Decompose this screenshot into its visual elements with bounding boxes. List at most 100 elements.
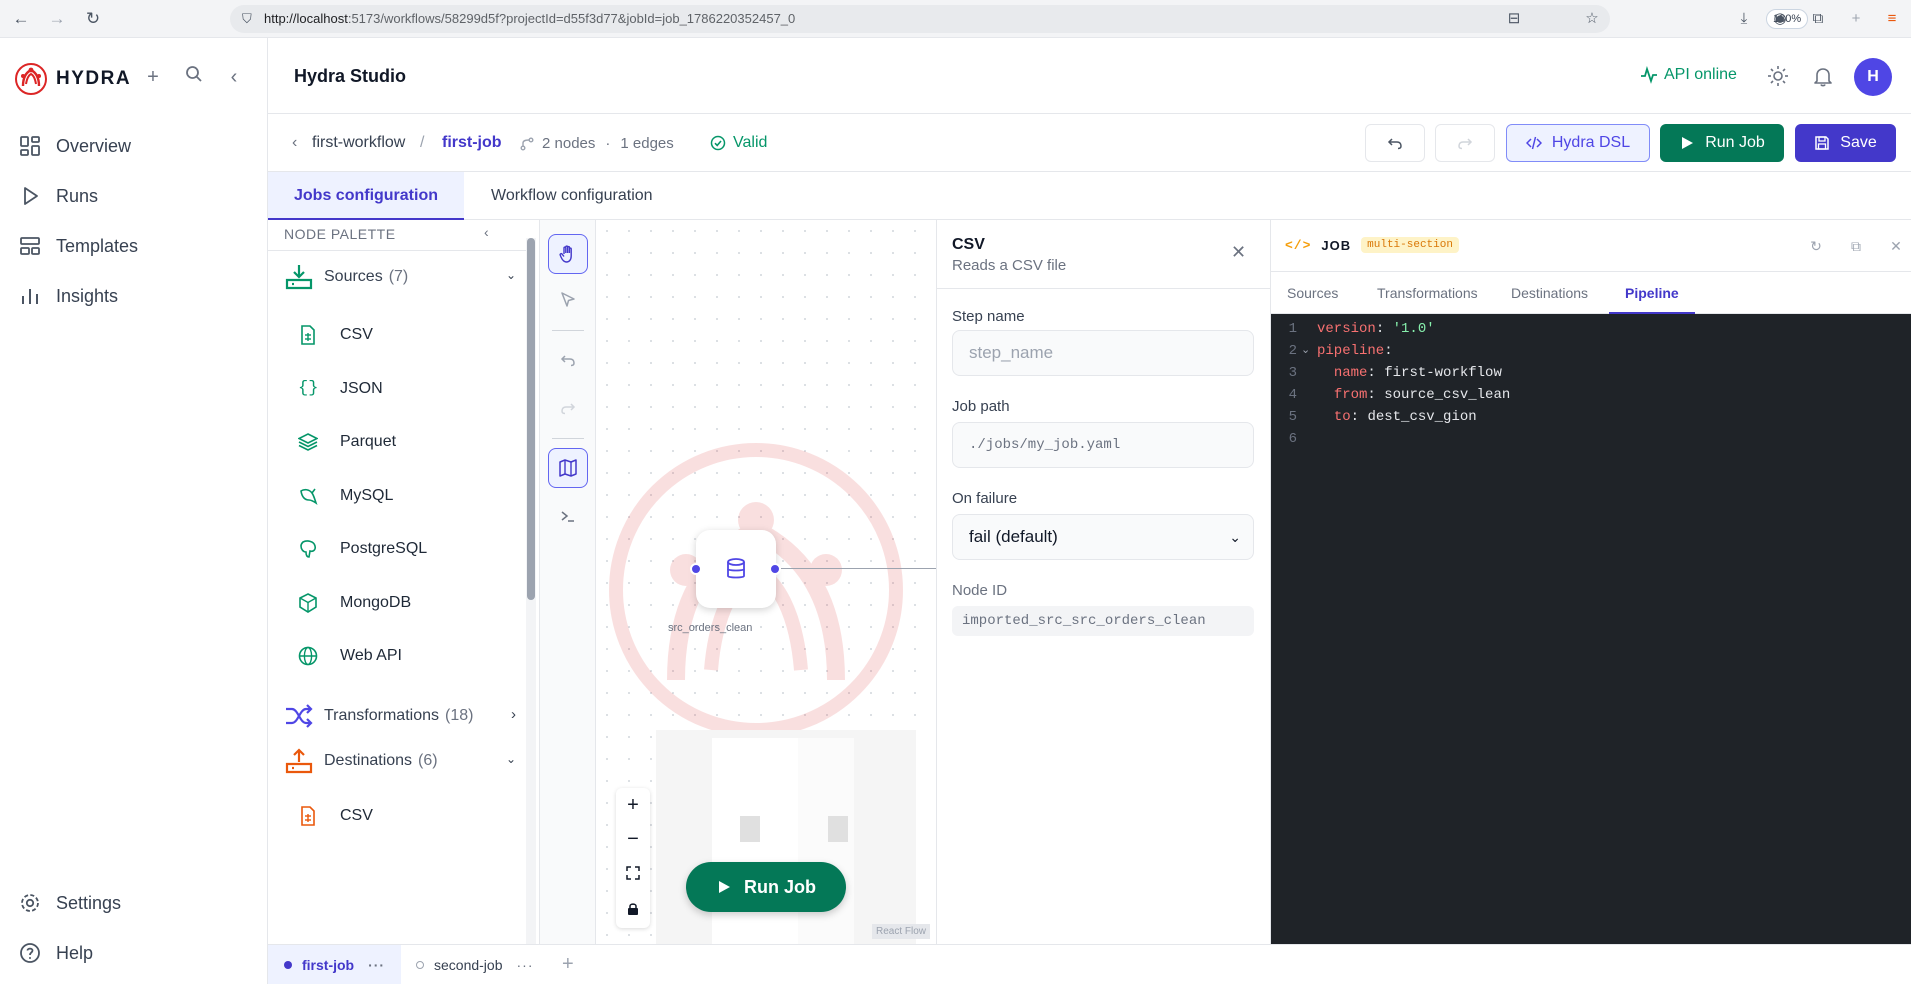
copy-icon[interactable]: ⧉ <box>1847 237 1865 255</box>
redo-button[interactable] <box>1435 124 1495 162</box>
dsl-code-panel: </> JOB multi-section ↻ ⧉ ✕ Sources Tran… <box>1270 220 1911 944</box>
category-count: (6) <box>418 752 438 769</box>
avatar[interactable]: H <box>1854 58 1892 96</box>
breadcrumb-job[interactable]: first-job <box>442 134 502 152</box>
profile-icon[interactable]: ◉ <box>1770 9 1790 29</box>
toolbar-divider <box>552 330 584 331</box>
tab-jobs-configuration[interactable]: Jobs configuration <box>268 172 464 220</box>
job-tab-second-job[interactable]: second-job ··· <box>416 945 534 984</box>
collapse-palette-icon[interactable]: ‹ <box>484 224 489 240</box>
sidebar-item-settings[interactable]: Settings <box>18 888 121 918</box>
flow-edge[interactable] <box>778 568 936 569</box>
brand-name: HYDRA <box>56 68 132 89</box>
active-job-dot <box>284 961 292 969</box>
category-transformations[interactable]: Transformations (18) › <box>284 701 516 731</box>
palette-item-label: CSV <box>340 807 373 824</box>
add-tab-icon[interactable]: + <box>1846 9 1866 29</box>
canvas-run-job-button[interactable]: Run Job <box>686 862 846 912</box>
palette-item-mongodb[interactable]: MongoDB <box>298 593 411 613</box>
download-icon[interactable]: ⤓ <box>1734 9 1754 29</box>
palette-item-label: PostgreSQL <box>340 540 428 557</box>
api-status-label: API online <box>1664 66 1737 83</box>
palette-item-postgresql[interactable]: PostgreSQL <box>298 539 427 559</box>
palette-item-mysql[interactable]: MySQL <box>298 486 393 506</box>
reload-icon[interactable]: ↻ <box>82 8 104 30</box>
refresh-icon[interactable]: ↻ <box>1807 237 1825 255</box>
palette-item-parquet[interactable]: Parquet <box>298 432 396 452</box>
step-name-label: Step name <box>952 308 1025 325</box>
lock-button[interactable] <box>616 892 650 926</box>
hand-tool-button[interactable] <box>548 234 588 274</box>
close-icon[interactable]: ✕ <box>1231 242 1246 263</box>
job-tab-first-job[interactable]: first-job ··· <box>268 945 402 984</box>
terminal-button[interactable] <box>548 496 588 536</box>
select-tool-button[interactable] <box>548 280 588 320</box>
tab-workflow-configuration[interactable]: Workflow configuration <box>465 172 679 220</box>
close-icon[interactable]: ✕ <box>1887 237 1905 255</box>
collapse-sidebar-icon[interactable]: ‹ <box>222 65 246 89</box>
branch-icon <box>520 137 534 150</box>
palette-scrollbar[interactable] <box>526 238 536 944</box>
flow-canvas[interactable]: src_orders_clean React Flow + − Run Job <box>596 220 936 944</box>
menu-icon[interactable]: ≡ <box>1882 9 1902 29</box>
palette-scrollbar-thumb[interactable] <box>527 238 535 600</box>
node-output-port[interactable] <box>769 563 781 575</box>
fold-chevron-icon[interactable]: ⌄ <box>1301 340 1310 362</box>
code-tab-sources[interactable]: Sources <box>1271 272 1354 314</box>
minimap-toggle-button[interactable] <box>548 448 588 488</box>
fit-view-button[interactable] <box>616 856 650 890</box>
palette-item-web-api[interactable]: Web API <box>298 646 402 666</box>
save-button[interactable]: Save <box>1795 124 1896 162</box>
job-tab-more-icon[interactable]: ··· <box>517 957 534 973</box>
zoom-in-button[interactable]: + <box>616 788 650 822</box>
back-chevron-icon[interactable]: ‹ <box>292 134 297 152</box>
job-path-input[interactable]: ./jobs/my_job.yaml <box>952 422 1254 468</box>
palette-item-json[interactable]: {} JSON <box>298 379 383 399</box>
flow-node-csv-source[interactable] <box>696 530 776 608</box>
help-icon <box>20 943 40 963</box>
step-name-input[interactable]: step_name <box>952 330 1254 376</box>
install-icon[interactable]: ⊟ <box>1504 9 1524 29</box>
run-job-label: Run Job <box>1705 134 1765 151</box>
hydra-dsl-button[interactable]: Hydra DSL <box>1506 124 1650 162</box>
code-editor[interactable]: 1 version: '1.0' 2 ⌄ pipeline: 3 name: f… <box>1271 314 1911 944</box>
notification-bell-icon[interactable] <box>1812 65 1834 87</box>
theme-toggle-sun-icon[interactable] <box>1767 65 1789 87</box>
canvas-undo-button[interactable] <box>548 340 588 380</box>
back-icon[interactable]: ← <box>10 8 32 30</box>
code-tab-transformations[interactable]: Transformations <box>1361 272 1494 314</box>
on-failure-select[interactable]: fail (default) ⌄ <box>952 514 1254 560</box>
bookmark-star-icon[interactable]: ☆ <box>1582 9 1602 29</box>
on-failure-label: On failure <box>952 490 1018 507</box>
brand[interactable]: HYDRA <box>14 62 131 96</box>
run-job-button[interactable]: Run Job <box>1660 124 1784 162</box>
plus-icon[interactable]: + <box>141 65 165 89</box>
forward-icon[interactable]: → <box>46 8 68 30</box>
package-icon <box>299 593 317 613</box>
palette-item-destination-csv[interactable]: CSV <box>298 806 373 826</box>
address-bar[interactable]: ⛉ http://localhost:5173/workflows/58299d… <box>230 5 1809 33</box>
category-destinations[interactable]: Destinations (6) ⌄ <box>284 746 516 776</box>
canvas-redo-button[interactable] <box>548 388 588 428</box>
node-input-port[interactable] <box>690 563 702 575</box>
code-tab-pipeline[interactable]: Pipeline <box>1609 272 1695 314</box>
sidebar-item-insights[interactable]: Insights <box>18 281 118 311</box>
sidebar-item-help[interactable]: Help <box>18 938 93 968</box>
sidebar-item-runs[interactable]: Runs <box>18 181 98 211</box>
code-tab-destinations[interactable]: Destinations <box>1495 272 1604 314</box>
undo-button[interactable] <box>1365 124 1425 162</box>
extensions-icon[interactable]: ⧉ <box>1808 9 1828 29</box>
category-sources[interactable]: Sources (7) ⌄ <box>284 262 516 292</box>
add-job-tab-icon[interactable]: + <box>562 953 574 976</box>
zoom-out-button[interactable]: − <box>616 822 650 856</box>
breadcrumb-workflow[interactable]: first-workflow <box>312 134 405 152</box>
reactflow-attribution[interactable]: React Flow <box>872 924 931 939</box>
sidebar-item-templates[interactable]: Templates <box>18 231 138 261</box>
category-count: (18) <box>445 707 474 724</box>
code-line: 3 name: first-workflow <box>1288 365 1502 381</box>
palette-item-csv[interactable]: CSV <box>298 325 373 345</box>
sidebar-item-overview[interactable]: Overview <box>18 131 131 161</box>
job-tab-more-icon[interactable]: ··· <box>368 957 385 973</box>
site-info-icon[interactable]: ⛉ <box>242 11 256 27</box>
search-icon[interactable] <box>182 65 206 89</box>
